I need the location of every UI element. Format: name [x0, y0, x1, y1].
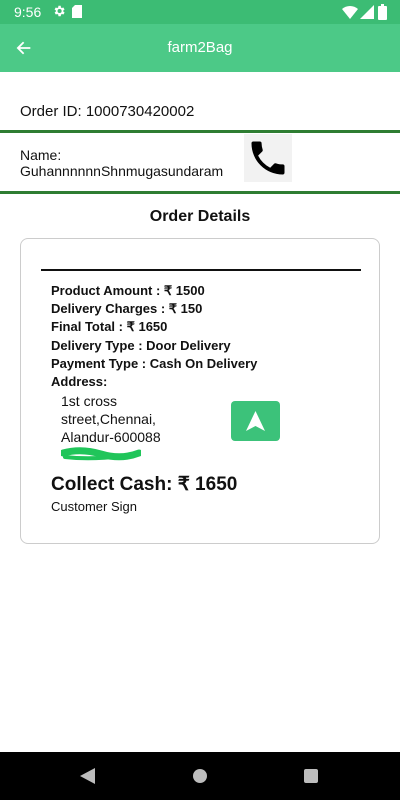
wifi-icon	[342, 6, 358, 19]
call-button[interactable]	[244, 134, 292, 182]
address-label: Address:	[51, 374, 108, 389]
battery-icon	[378, 4, 387, 20]
name-value: GuhannnnnnShnmugasundaram	[20, 163, 224, 179]
navigate-button[interactable]	[231, 401, 280, 441]
system-home-icon[interactable]	[193, 769, 207, 783]
card-rule	[41, 269, 361, 271]
delivery-charges: Delivery Charges : ₹ 150	[51, 301, 203, 316]
status-time: 9:56	[14, 4, 42, 20]
name-label: Name:	[20, 147, 62, 163]
settings-gear-icon	[54, 5, 65, 17]
collect-cash: Collect Cash: ₹ 1650	[51, 474, 238, 495]
address-line: street,Chennai,	[61, 411, 156, 427]
divider-top	[0, 130, 400, 133]
redacted-phone-scribble	[61, 447, 141, 461]
product-amount: Product Amount : ₹ 1500	[51, 283, 205, 298]
customer-name-block: Name: GuhannnnnnShnmugasundaram	[20, 147, 223, 179]
divider-bottom	[0, 191, 400, 194]
payment-type: Payment Type : Cash On Delivery	[51, 356, 258, 371]
app-title: farm2Bag	[167, 39, 233, 56]
address-line: Alandur-600088	[61, 429, 161, 445]
section-title: Order Details	[149, 208, 251, 225]
customer-sign: Customer Sign	[51, 499, 137, 514]
app-bar: farm2Bag	[0, 24, 400, 72]
delivery-type: Delivery Type : Door Delivery	[51, 338, 231, 353]
sd-card-icon	[72, 5, 82, 18]
status-bar: 9:56	[0, 0, 400, 24]
system-recents-icon[interactable]	[304, 769, 318, 783]
cell-signal-icon	[360, 5, 374, 19]
navigation-arrow-icon	[246, 411, 265, 431]
address-text: 1st cross street,Chennai, Alandur-600088	[61, 392, 161, 446]
order-id: Order ID: 1000730420002	[20, 103, 195, 120]
system-back-icon[interactable]	[80, 768, 96, 784]
address-line: 1st cross	[61, 393, 118, 409]
system-nav-bar	[0, 752, 400, 800]
phone-icon	[251, 141, 285, 175]
final-total: Final Total : ₹ 1650	[51, 319, 168, 334]
order-details-card: Product Amount : ₹ 1500 Delivery Charges…	[20, 238, 380, 544]
